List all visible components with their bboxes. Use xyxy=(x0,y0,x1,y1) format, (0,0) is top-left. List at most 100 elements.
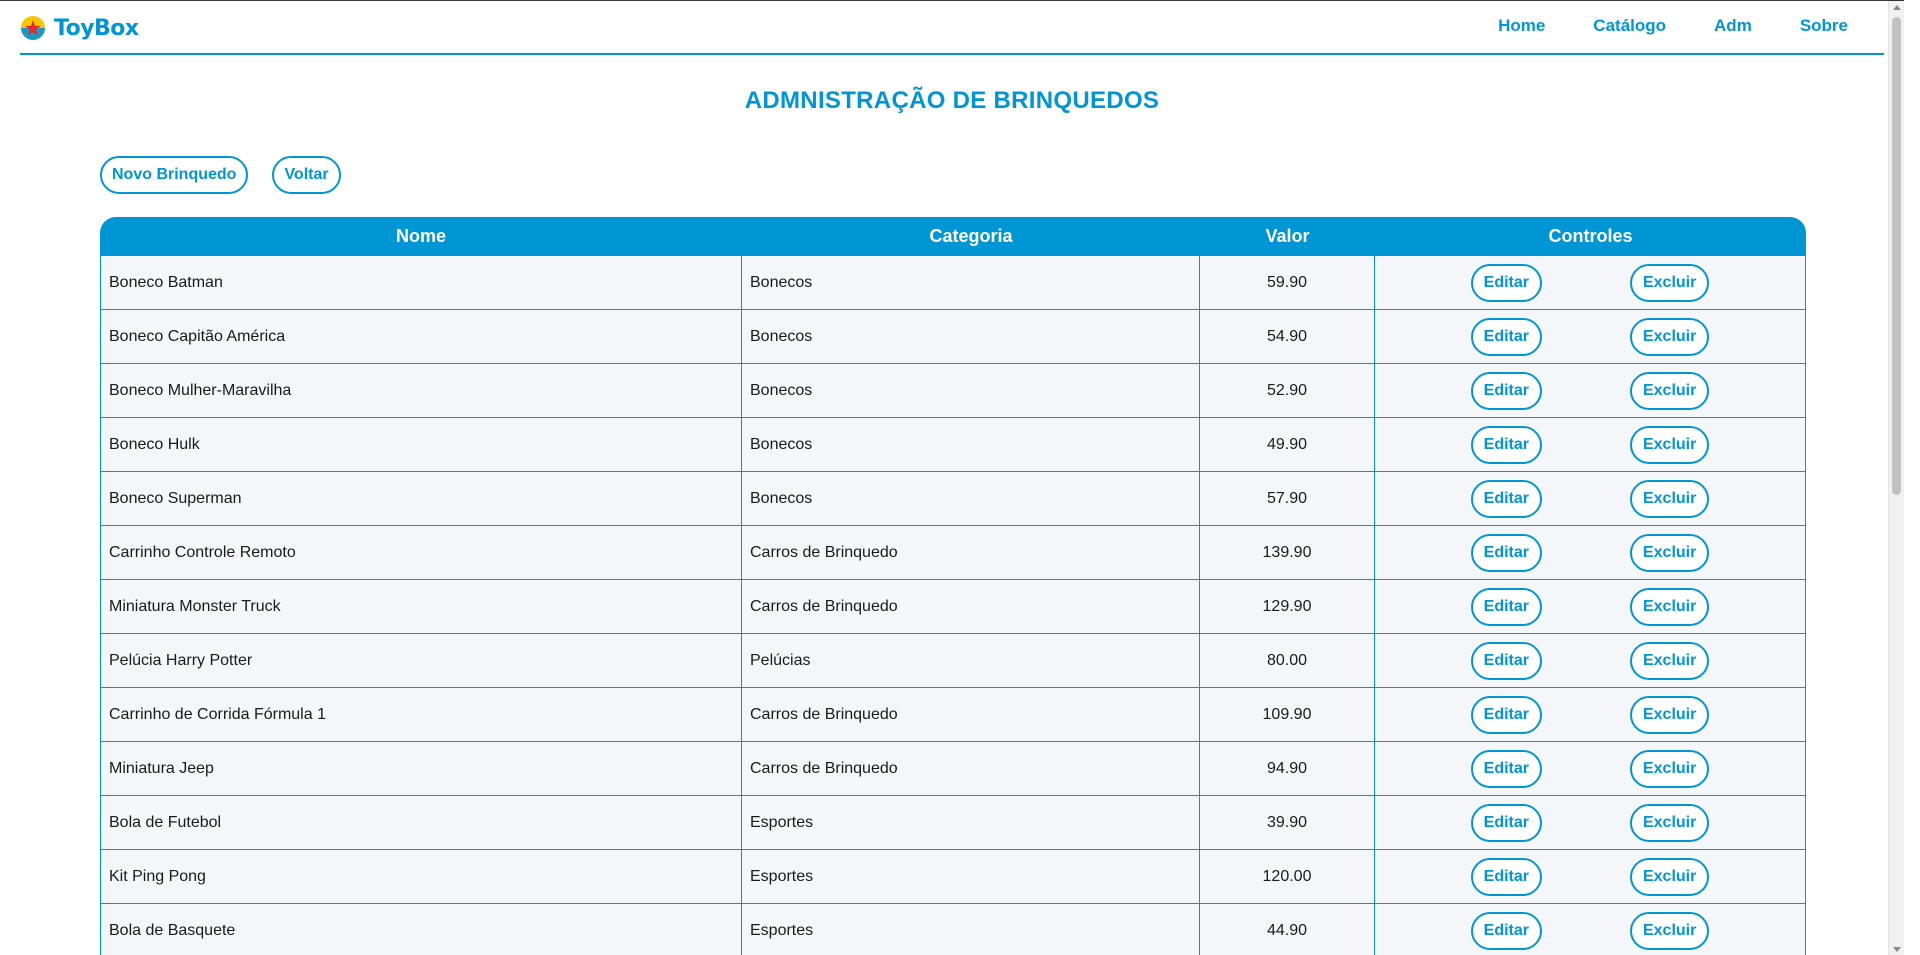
cell-nome: Bola de Basquete xyxy=(100,904,742,955)
table-row: Boneco Mulher-Maravilha Bonecos 52.90 Edita… xyxy=(100,364,1806,418)
table-row: Carrinho Controle Remoto Carros de Brinqu… xyxy=(100,526,1806,580)
nav-sobre[interactable]: Sobre xyxy=(1800,16,1848,36)
cell-controles: Editar Excluir xyxy=(1375,580,1806,634)
cell-controles: Editar Excluir xyxy=(1375,742,1806,796)
row-controls: Editar Excluir xyxy=(1375,857,1805,896)
cell-categoria: Carros de Brinquedo xyxy=(742,526,1200,580)
edit-button[interactable]: Editar xyxy=(1470,425,1542,464)
cell-nome: Miniatura Jeep xyxy=(100,742,742,796)
cell-nome: Boneco Batman xyxy=(100,256,742,310)
table-row: Boneco Hulk Bonecos 49.90 Editar Excluir xyxy=(100,418,1806,472)
cell-categoria: Bonecos xyxy=(742,256,1200,310)
cell-nome: Bola de Futebol xyxy=(100,796,742,850)
row-controls: Editar Excluir xyxy=(1375,371,1805,410)
cell-categoria: Bonecos xyxy=(742,418,1200,472)
delete-button[interactable]: Excluir xyxy=(1629,803,1710,842)
brand-logo[interactable]: ToyBox xyxy=(20,15,139,41)
edit-button[interactable]: Editar xyxy=(1470,749,1542,788)
cell-controles: Editar Excluir xyxy=(1375,634,1806,688)
cell-controles: Editar Excluir xyxy=(1375,364,1806,418)
cell-valor: 129.90 xyxy=(1200,580,1375,634)
edit-button[interactable]: Editar xyxy=(1470,911,1542,950)
new-toy-button[interactable]: Novo Brinquedo xyxy=(100,156,249,194)
edit-button[interactable]: Editar xyxy=(1470,695,1542,734)
row-controls: Editar Excluir xyxy=(1375,479,1805,518)
row-controls: Editar Excluir xyxy=(1375,803,1805,842)
back-button[interactable]: Voltar xyxy=(272,156,341,194)
cell-valor: 109.90 xyxy=(1200,688,1375,742)
delete-button[interactable]: Excluir xyxy=(1629,533,1710,572)
nav-adm[interactable]: Adm xyxy=(1714,16,1752,36)
edit-button[interactable]: Editar xyxy=(1470,587,1542,626)
delete-button[interactable]: Excluir xyxy=(1629,749,1710,788)
cell-nome: Kit Ping Pong xyxy=(100,850,742,904)
edit-button[interactable]: Editar xyxy=(1470,533,1542,572)
cell-categoria: Pelúcias xyxy=(742,634,1200,688)
vertical-scrollbar[interactable] xyxy=(1888,1,1904,955)
delete-button[interactable]: Excluir xyxy=(1629,587,1710,626)
edit-button[interactable]: Editar xyxy=(1470,803,1542,842)
toys-table: Nome Categoria Valor Controles Boneco Ba… xyxy=(100,217,1806,955)
cell-controles: Editar Excluir xyxy=(1375,796,1806,850)
row-controls: Editar Excluir xyxy=(1375,587,1805,626)
table-row: Miniatura Jeep Carros de Brinquedo 94.90 Ed… xyxy=(100,742,1806,796)
table-body: Boneco Batman Bonecos 59.90 Editar Excluir Bo… xyxy=(100,256,1806,955)
header-controles: Controles xyxy=(1375,217,1806,256)
cell-valor: 94.90 xyxy=(1200,742,1375,796)
cell-categoria: Bonecos xyxy=(742,310,1200,364)
edit-button[interactable]: Editar xyxy=(1470,641,1542,680)
cell-controles: Editar Excluir xyxy=(1375,688,1806,742)
nav-home[interactable]: Home xyxy=(1498,16,1545,36)
edit-button[interactable]: Editar xyxy=(1470,371,1542,410)
page-title: ADMNISTRAÇÃO DE BRINQUEDOS xyxy=(744,87,1160,114)
delete-button[interactable]: Excluir xyxy=(1629,479,1710,518)
brand-name: ToyBox xyxy=(54,15,139,41)
cell-valor: 139.90 xyxy=(1200,526,1375,580)
header-nome: Nome xyxy=(100,217,742,256)
scroll-up-icon[interactable] xyxy=(1893,5,1901,10)
scroll-thumb[interactable] xyxy=(1892,17,1901,495)
delete-button[interactable]: Excluir xyxy=(1629,317,1710,356)
cell-valor: 39.90 xyxy=(1200,796,1375,850)
delete-button[interactable]: Excluir xyxy=(1629,857,1710,896)
edit-button[interactable]: Editar xyxy=(1470,857,1542,896)
table-row: Boneco Capitão América Bonecos 54.90 Editar… xyxy=(100,310,1806,364)
cell-controles: Editar Excluir xyxy=(1375,418,1806,472)
page: ToyBox Home Catálogo Adm Sobre ADMNISTRA… xyxy=(0,0,1904,955)
cell-categoria: Carros de Brinquedo xyxy=(742,580,1200,634)
header-categoria: Categoria xyxy=(742,217,1200,256)
delete-button[interactable]: Excluir xyxy=(1629,425,1710,464)
scroll-down-icon[interactable] xyxy=(1893,947,1901,952)
row-controls: Editar Excluir xyxy=(1375,317,1805,356)
toys-table-container: Nome Categoria Valor Controles Boneco Ba… xyxy=(100,217,1806,955)
header-valor: Valor xyxy=(1200,217,1375,256)
cell-nome: Pelúcia Harry Potter xyxy=(100,634,742,688)
cell-categoria: Esportes xyxy=(742,796,1200,850)
cell-categoria: Bonecos xyxy=(742,472,1200,526)
delete-button[interactable]: Excluir xyxy=(1629,911,1710,950)
cell-nome: Boneco Mulher-Maravilha xyxy=(100,364,742,418)
table-row: Boneco Batman Bonecos 59.90 Editar Excluir xyxy=(100,256,1806,310)
table-row: Kit Ping Pong Esportes 120.00 Editar Excluir xyxy=(100,850,1806,904)
cell-valor: 54.90 xyxy=(1200,310,1375,364)
cell-valor: 49.90 xyxy=(1200,418,1375,472)
delete-button[interactable]: Excluir xyxy=(1629,641,1710,680)
row-controls: Editar Excluir xyxy=(1375,263,1805,302)
cell-controles: Editar Excluir xyxy=(1375,850,1806,904)
cell-nome: Carrinho Controle Remoto xyxy=(100,526,742,580)
edit-button[interactable]: Editar xyxy=(1470,317,1542,356)
delete-button[interactable]: Excluir xyxy=(1629,263,1710,302)
cell-valor: 80.00 xyxy=(1200,634,1375,688)
main-nav: Home Catálogo Adm Sobre xyxy=(1498,16,1848,36)
cell-valor: 52.90 xyxy=(1200,364,1375,418)
cell-nome: Boneco Superman xyxy=(100,472,742,526)
delete-button[interactable]: Excluir xyxy=(1629,371,1710,410)
row-controls: Editar Excluir xyxy=(1375,533,1805,572)
row-controls: Editar Excluir xyxy=(1375,641,1805,680)
edit-button[interactable]: Editar xyxy=(1470,263,1542,302)
cell-valor: 120.00 xyxy=(1200,850,1375,904)
nav-catalogo[interactable]: Catálogo xyxy=(1593,16,1666,36)
edit-button[interactable]: Editar xyxy=(1470,479,1542,518)
delete-button[interactable]: Excluir xyxy=(1629,695,1710,734)
cell-nome: Boneco Hulk xyxy=(100,418,742,472)
